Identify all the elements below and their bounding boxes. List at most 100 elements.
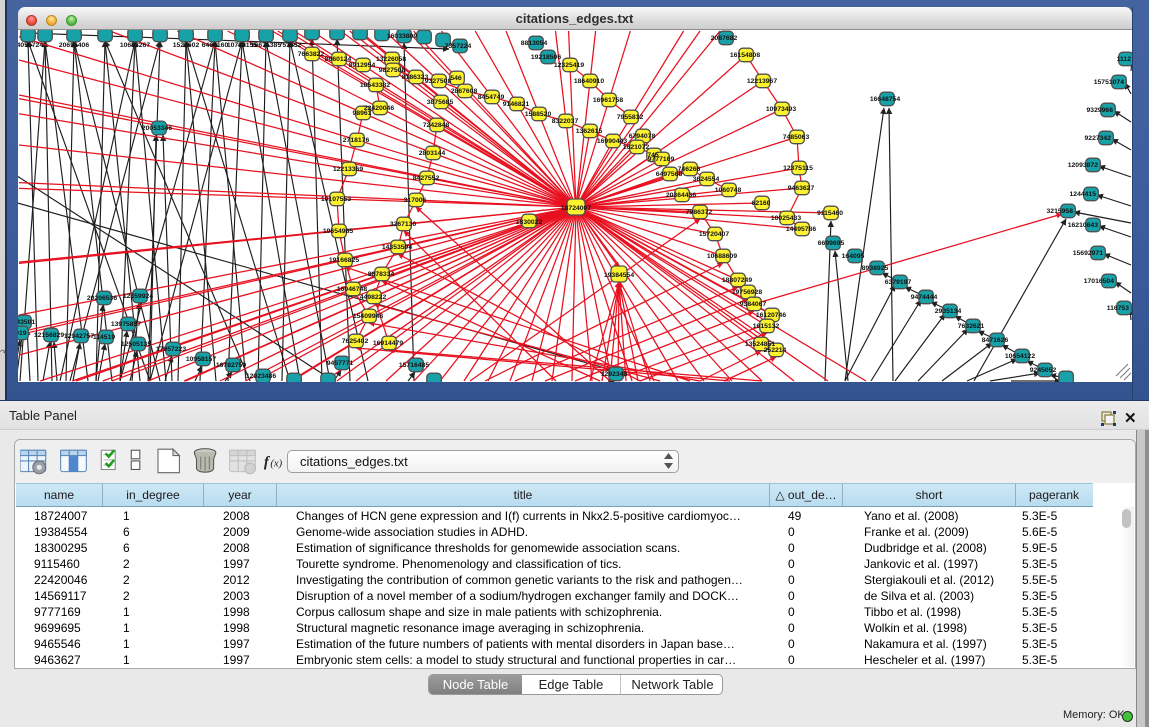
svg-text:2087682: 2087682 bbox=[711, 35, 738, 42]
svg-text:9384067: 9384067 bbox=[740, 301, 767, 308]
svg-text:15409948: 15409948 bbox=[353, 313, 383, 320]
svg-text:1588520: 1588520 bbox=[525, 111, 552, 118]
svg-text:2935134: 2935134 bbox=[935, 308, 962, 315]
svg-text:14495786: 14495786 bbox=[786, 226, 816, 233]
svg-text:8660124: 8660124 bbox=[325, 56, 352, 63]
svg-text:16154808: 16154808 bbox=[730, 52, 760, 59]
svg-text:16210643: 16210643 bbox=[1068, 222, 1098, 229]
svg-text:16914479: 16914479 bbox=[373, 340, 403, 347]
svg-text:3919: 3919 bbox=[18, 330, 27, 337]
svg-text:7632621: 7632621 bbox=[958, 323, 985, 330]
svg-text:8813054: 8813054 bbox=[521, 40, 548, 47]
svg-text:7986372: 7986372 bbox=[686, 209, 713, 216]
svg-text:24055724: 24055724 bbox=[18, 42, 43, 49]
svg-text:751552: 751552 bbox=[279, 42, 302, 49]
svg-text:1615132: 1615132 bbox=[753, 323, 780, 330]
svg-text:10688609: 10688609 bbox=[707, 253, 737, 260]
svg-text:18807249: 18807249 bbox=[722, 277, 752, 284]
svg-text:12213967: 12213967 bbox=[747, 78, 777, 85]
svg-text:8938925: 8938925 bbox=[862, 265, 889, 272]
svg-text:7485063: 7485063 bbox=[783, 134, 810, 141]
svg-text:10654122: 10654122 bbox=[1005, 353, 1035, 360]
svg-text:6466160: 6466160 bbox=[202, 42, 229, 49]
svg-text:62160: 62160 bbox=[752, 200, 771, 207]
svg-text:9146821: 9146821 bbox=[503, 101, 530, 108]
svg-text:14353594: 14353594 bbox=[382, 244, 412, 251]
svg-text:9474444: 9474444 bbox=[911, 294, 938, 301]
svg-text:13226058: 13226058 bbox=[376, 56, 406, 63]
svg-text:7955812: 7955812 bbox=[617, 114, 644, 121]
svg-text:1060748: 1060748 bbox=[715, 187, 742, 194]
svg-text:12093872: 12093872 bbox=[1068, 162, 1098, 169]
svg-text:6379197: 6379197 bbox=[885, 279, 912, 286]
svg-text:1362615: 1362615 bbox=[576, 128, 603, 135]
svg-text:9327508: 9327508 bbox=[425, 78, 452, 85]
svg-text:164095: 164095 bbox=[842, 253, 865, 260]
svg-text:8912954: 8912954 bbox=[349, 62, 376, 69]
svg-text:10653267: 10653267 bbox=[120, 42, 150, 49]
svg-text:12505135: 12505135 bbox=[121, 341, 151, 348]
svg-text:7625402: 7625402 bbox=[342, 338, 369, 345]
svg-text:19166825: 19166825 bbox=[329, 257, 359, 264]
svg-text:9463627: 9463627 bbox=[788, 185, 815, 192]
svg-text:1527602: 1527602 bbox=[173, 42, 200, 49]
svg-text:546: 546 bbox=[450, 75, 462, 82]
svg-text:15692971: 15692971 bbox=[1073, 250, 1103, 257]
svg-text:9227342: 9227342 bbox=[1085, 135, 1112, 142]
svg-text:7357224: 7357224 bbox=[445, 43, 472, 50]
svg-text:8427552: 8427552 bbox=[413, 175, 440, 182]
svg-text:1112: 1112 bbox=[1117, 56, 1132, 63]
svg-text:6699695: 6699695 bbox=[818, 240, 845, 247]
svg-text:3875685: 3875685 bbox=[427, 99, 454, 106]
svg-text:15751074: 15751074 bbox=[1094, 79, 1124, 86]
svg-text:16671385: 16671385 bbox=[251, 42, 281, 49]
svg-text:16046748: 16046748 bbox=[337, 286, 367, 293]
svg-text:16033809: 16033809 bbox=[387, 33, 417, 40]
svg-text:17016504: 17016504 bbox=[1084, 278, 1114, 285]
svg-text:16648754: 16648754 bbox=[870, 96, 900, 103]
svg-text:1244415: 1244415 bbox=[1070, 191, 1097, 198]
svg-text:20053346: 20053346 bbox=[142, 125, 172, 132]
svg-text:98961: 98961 bbox=[353, 110, 372, 117]
svg-text:1621072: 1621072 bbox=[623, 144, 650, 151]
svg-text:8878334: 8878334 bbox=[368, 271, 395, 278]
svg-text:19384554: 19384554 bbox=[604, 272, 634, 279]
svg-text:10025433: 10025433 bbox=[771, 215, 801, 222]
svg-text:6794078: 6794078 bbox=[629, 133, 656, 140]
svg-text:10958157: 10958157 bbox=[186, 356, 216, 363]
svg-text:317006: 317006 bbox=[404, 197, 427, 204]
svg-text:15720407: 15720407 bbox=[699, 231, 729, 238]
svg-text:16782759: 16782759 bbox=[216, 362, 246, 369]
svg-text:10543382: 10543382 bbox=[360, 82, 390, 89]
svg-text:8454749: 8454749 bbox=[478, 94, 505, 101]
svg-text:12213369: 12213369 bbox=[333, 166, 363, 173]
svg-text:13975857: 13975857 bbox=[111, 321, 141, 328]
svg-text:4498222: 4498222 bbox=[360, 294, 387, 301]
svg-text:10107553: 10107553 bbox=[321, 196, 351, 203]
svg-text:20364436: 20364436 bbox=[666, 192, 696, 199]
svg-text:12156829: 12156829 bbox=[34, 332, 64, 339]
svg-text:2718176: 2718176 bbox=[343, 137, 370, 144]
svg-text:12359924: 12359924 bbox=[123, 293, 153, 300]
svg-text:1292348: 1292348 bbox=[601, 371, 628, 378]
svg-text:16961758: 16961758 bbox=[593, 97, 623, 104]
svg-text:3267130: 3267130 bbox=[390, 221, 417, 228]
svg-text:12942757: 12942757 bbox=[64, 333, 94, 340]
svg-text:12325419: 12325419 bbox=[554, 62, 584, 69]
svg-text:9115460: 9115460 bbox=[817, 210, 843, 217]
svg-text:9245052: 9245052 bbox=[1030, 367, 1057, 374]
svg-text:1830022: 1830022 bbox=[516, 219, 543, 226]
svg-text:114519: 114519 bbox=[93, 334, 116, 341]
svg-text:9827508: 9827508 bbox=[379, 67, 406, 74]
svg-text:16120746: 16120746 bbox=[756, 312, 786, 319]
svg-text:19654985: 19654985 bbox=[323, 228, 353, 235]
svg-text:2867608: 2867608 bbox=[451, 88, 478, 95]
svg-text:3215958: 3215958 bbox=[1047, 208, 1074, 215]
svg-text:3624554: 3624554 bbox=[693, 176, 720, 183]
svg-text:18724007: 18724007 bbox=[561, 205, 591, 212]
svg-text:7242848: 7242848 bbox=[423, 122, 450, 129]
svg-text:2803144: 2803144 bbox=[419, 150, 446, 157]
svg-text:1443501: 1443501 bbox=[18, 319, 35, 326]
svg-text:8471626: 8471626 bbox=[982, 337, 1009, 344]
svg-text:12923486: 12923486 bbox=[246, 373, 276, 380]
